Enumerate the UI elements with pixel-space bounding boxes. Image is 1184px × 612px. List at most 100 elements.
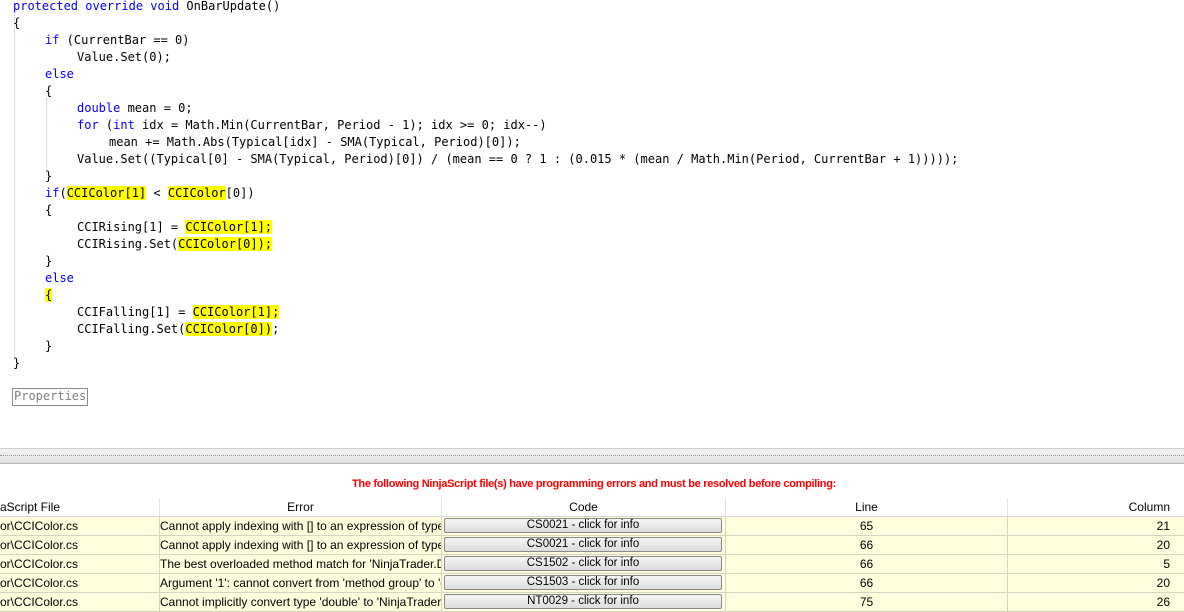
- highlighted-token: CCIColor[1]: [66, 186, 147, 200]
- splitter-grip: [0, 455, 1184, 456]
- error-code-info-button[interactable]: CS1503 - click for info: [444, 575, 722, 590]
- code-token: {: [13, 16, 21, 30]
- keyword-token: if: [45, 186, 60, 200]
- code-line[interactable]: else: [45, 66, 74, 83]
- error-cell: Cannot implicitly convert type 'double' …: [160, 593, 442, 611]
- code-line[interactable]: for (int idx = Math.Min(CurrentBar, Peri…: [77, 117, 547, 134]
- code-cell: CS1503 - click for info: [442, 574, 726, 592]
- code-line[interactable]: {: [45, 287, 53, 304]
- code-line[interactable]: protected override void OnBarUpdate(): [13, 0, 280, 15]
- collapsed-region-properties[interactable]: Properties: [12, 388, 89, 406]
- code-editor[interactable]: protected override void OnBarUpdate(){if…: [0, 0, 1184, 448]
- keyword-token: if: [45, 33, 60, 47]
- keyword-token: for: [77, 118, 99, 132]
- column-header-code[interactable]: Code: [442, 498, 726, 516]
- error-code-info-button[interactable]: CS1502 - click for info: [444, 556, 722, 571]
- code-line[interactable]: CCIFalling[1] = CCIColor[1];: [77, 304, 280, 321]
- keyword-token: double: [77, 101, 121, 115]
- error-code-info-button[interactable]: NT0029 - click for info: [444, 594, 722, 609]
- code-token: Value.Set((Typical[0] - SMA(Typical, Per…: [77, 152, 959, 166]
- file-cell: or\CCIColor.cs: [0, 517, 160, 535]
- error-row[interactable]: or\CCIColor.cs Cannot apply indexing with…: [0, 517, 1184, 536]
- error-code-info-button[interactable]: CS0021 - click for info: [444, 537, 722, 552]
- keyword-token: else: [45, 67, 74, 81]
- code-token: ;: [272, 322, 280, 336]
- error-row[interactable]: or\CCIColor.cs Cannot implicitly convert …: [0, 593, 1184, 612]
- code-line[interactable]: if (CurrentBar == 0): [45, 32, 190, 49]
- code-token: (: [98, 118, 114, 132]
- code-token: }: [45, 254, 53, 268]
- code-token: CCIRising[1] =: [77, 220, 186, 234]
- column-header-error[interactable]: Error: [160, 498, 442, 516]
- column-cell: 26: [1156, 595, 1170, 609]
- code-token: Value.Set(0);: [77, 50, 171, 64]
- panel-splitter[interactable]: [0, 448, 1184, 464]
- code-token: }: [13, 356, 21, 370]
- error-cell: Cannot apply indexing with [] to an expr…: [160, 536, 442, 554]
- code-line[interactable]: else: [45, 270, 74, 287]
- code-token: mean = 0;: [120, 101, 193, 115]
- code-token: idx = Math.Min(CurrentBar, Period - 1); …: [134, 118, 547, 132]
- highlighted-token: CCIColor[1];: [185, 220, 273, 234]
- code-line[interactable]: }: [45, 168, 52, 185]
- code-cell: CS0021 - click for info: [442, 517, 726, 535]
- error-code-info-button[interactable]: CS0021 - click for info: [444, 518, 722, 533]
- highlighted-token: CCIColor: [167, 186, 226, 200]
- file-cell: or\CCIColor.cs: [0, 555, 160, 573]
- code-line[interactable]: {: [13, 15, 20, 32]
- code-token: }: [45, 169, 53, 183]
- error-cell: Argument '1': cannot convert from 'metho…: [160, 574, 442, 592]
- code-token: CCIFalling[1] =: [77, 305, 193, 319]
- code-token: [0]): [225, 186, 255, 200]
- code-token: {: [45, 84, 53, 98]
- file-cell: or\CCIColor.cs: [0, 593, 160, 611]
- highlighted-token: CCIColor[0]): [185, 322, 273, 336]
- highlighted-token: {: [45, 288, 53, 302]
- code-line[interactable]: }: [45, 338, 52, 355]
- code-token: (CurrentBar == 0): [59, 33, 190, 47]
- column-cell: 21: [1156, 519, 1170, 533]
- code-line[interactable]: if(CCIColor[1] < CCIColor[0]): [45, 185, 255, 202]
- code-line[interactable]: CCIRising[1] = CCIColor[1];: [77, 219, 273, 236]
- code-line[interactable]: Value.Set((Typical[0] - SMA(Typical, Per…: [77, 151, 958, 168]
- code-token: (: [59, 186, 67, 200]
- highlighted-token: CCIColor[1];: [192, 305, 280, 319]
- column-header-column[interactable]: Column: [1008, 498, 1184, 516]
- code-line[interactable]: double mean = 0;: [77, 100, 193, 117]
- code-token: <: [146, 186, 168, 200]
- error-cell: Cannot apply indexing with [] to an expr…: [160, 517, 442, 535]
- file-cell: or\CCIColor.cs: [0, 574, 160, 592]
- code-token: mean += Math.Abs(Typical[idx] - SMA(Typi…: [109, 135, 521, 149]
- code-line[interactable]: {: [45, 83, 52, 100]
- error-summary-message: The following NinjaScript file(s) have p…: [351, 478, 836, 490]
- code-line[interactable]: CCIRising.Set(CCIColor[0]);: [77, 236, 273, 253]
- keyword-token: else: [45, 271, 74, 285]
- code-line[interactable]: }: [13, 355, 20, 372]
- column-cell: 5: [1163, 557, 1170, 571]
- code-line[interactable]: }: [45, 253, 52, 270]
- code-cell: NT0029 - click for info: [442, 593, 726, 611]
- code-cell: CS1502 - click for info: [442, 555, 726, 573]
- error-cell: The best overloaded method match for 'Ni…: [160, 555, 442, 573]
- error-list-panel: The following NinjaScript file(s) have p…: [0, 464, 1184, 612]
- code-line[interactable]: mean += Math.Abs(Typical[idx] - SMA(Typi…: [109, 134, 521, 151]
- column-header-line[interactable]: Line: [726, 498, 1008, 516]
- error-row[interactable]: or\CCIColor.cs The best overloaded method…: [0, 555, 1184, 574]
- error-row[interactable]: or\CCIColor.cs Argument '1': cannot conve…: [0, 574, 1184, 593]
- code-line[interactable]: CCIFalling.Set(CCIColor[0]);: [77, 321, 279, 338]
- code-line[interactable]: Value.Set(0);: [77, 49, 171, 66]
- code-token: OnBarUpdate(): [179, 0, 281, 13]
- line-cell: 75: [726, 593, 1008, 611]
- keyword-token: protected override void: [13, 0, 180, 13]
- highlighted-token: CCIColor[0]);: [178, 237, 273, 251]
- file-cell: or\CCIColor.cs: [0, 536, 160, 554]
- keyword-token: int: [113, 118, 135, 132]
- code-line[interactable]: {: [45, 202, 52, 219]
- code-token: {: [45, 203, 53, 217]
- column-cell: 20: [1156, 576, 1170, 590]
- error-row[interactable]: or\CCIColor.cs Cannot apply indexing with…: [0, 536, 1184, 555]
- fold-guide: [14, 14, 15, 360]
- column-header-file[interactable]: aScript File: [0, 498, 160, 516]
- code-token: CCIFalling.Set(: [77, 322, 186, 336]
- grid-header: aScript File Error Code Line Column: [0, 498, 1184, 517]
